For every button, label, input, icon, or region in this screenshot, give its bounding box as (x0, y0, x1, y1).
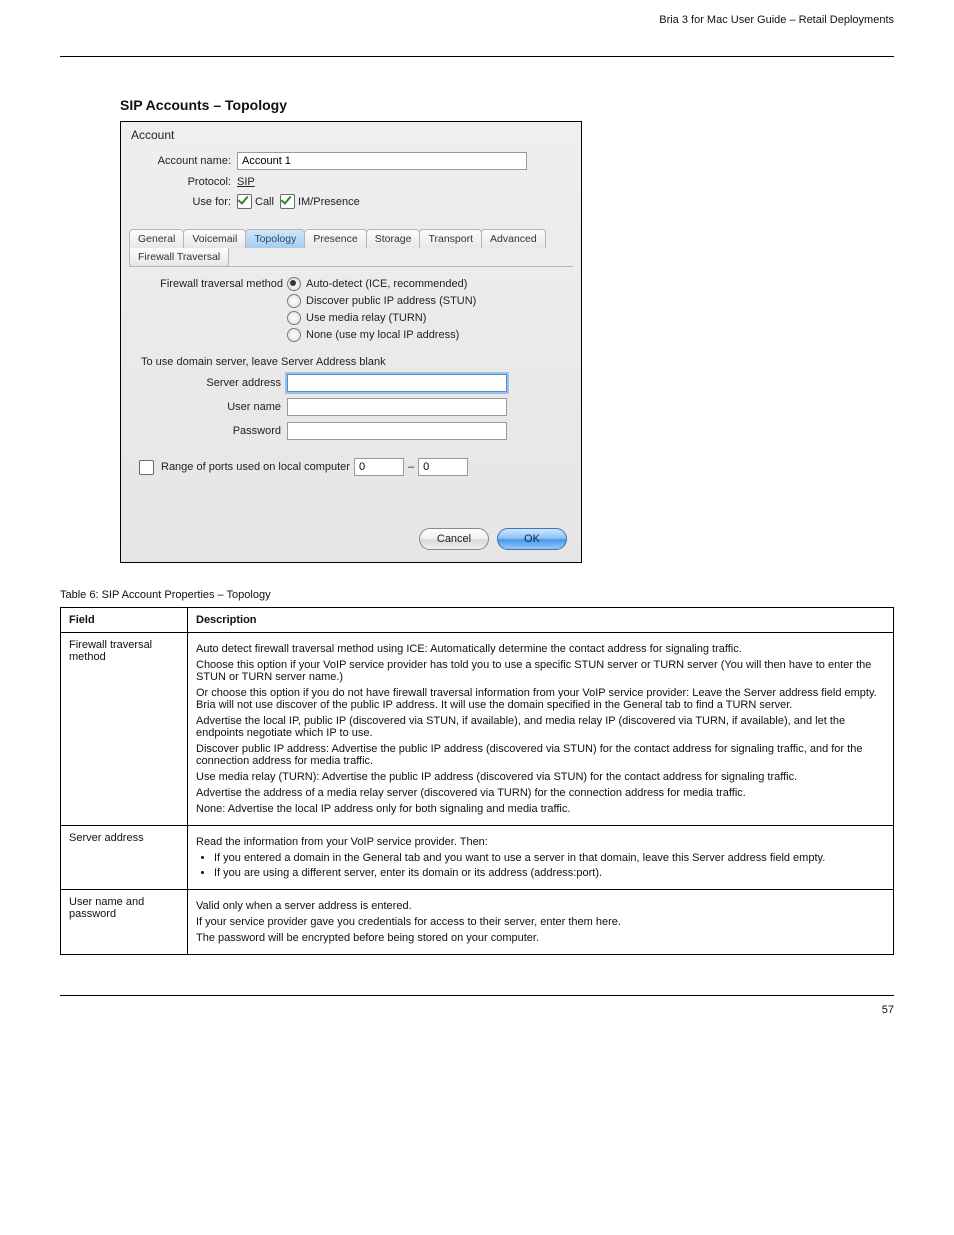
ok-button[interactable]: OK (497, 528, 567, 550)
protocol-label: Protocol: (135, 176, 237, 188)
radio-none-label: None (use my local IP address) (306, 329, 459, 341)
dialog-footer: Cancel OK (121, 520, 581, 562)
radio-turn[interactable] (287, 311, 301, 325)
desc-para: Read the information from your VoIP serv… (196, 836, 885, 848)
table-cell-field: Firewall traversal method (61, 633, 188, 826)
user-name-input[interactable] (287, 398, 507, 416)
dialog-subtabs: Firewall Traversal (129, 248, 573, 267)
desc-bullet: If you entered a domain in the General t… (214, 852, 885, 864)
table-cell-field: Server address (61, 826, 188, 890)
server-hint: To use domain server, leave Server Addre… (141, 356, 561, 368)
desc-para: Use media relay (TURN): Advertise the pu… (196, 771, 885, 783)
port-to-input[interactable] (418, 458, 468, 476)
port-from-input[interactable] (354, 458, 404, 476)
radio-auto-detect-label: Auto-detect (ICE, recommended) (306, 278, 467, 290)
desc-para: Advertise the address of a media relay s… (196, 787, 885, 799)
radio-stun-label: Discover public IP address (STUN) (306, 295, 476, 307)
table-cell-field: User name and password (61, 890, 188, 955)
account-name-input[interactable] (237, 152, 527, 170)
desc-para: If your service provider gave you creden… (196, 916, 885, 928)
desc-para: The password will be encrypted before be… (196, 932, 885, 944)
tab-body: Firewall traversal method Auto-detect (I… (129, 266, 573, 520)
server-address-input[interactable] (287, 374, 507, 392)
desc-para: None: Advertise the local IP address onl… (196, 803, 885, 815)
dialog-tabs: General Voicemail Topology Presence Stor… (129, 229, 573, 248)
table-header-field: Field (61, 608, 188, 633)
desc-para: Valid only when a server address is ente… (196, 900, 885, 912)
page-header: Bria 3 for Mac User Guide – Retail Deplo… (60, 14, 894, 26)
tab-presence[interactable]: Presence (304, 229, 366, 248)
table-cell-desc: Valid only when a server address is ente… (188, 890, 894, 955)
desc-bullet: If you are using a different server, ent… (214, 867, 885, 879)
tab-storage[interactable]: Storage (366, 229, 421, 248)
use-for-call-checkbox[interactable] (237, 194, 252, 209)
table-cell-desc: Read the information from your VoIP serv… (188, 826, 894, 890)
radio-turn-label: Use media relay (TURN) (306, 312, 426, 324)
desc-para: Auto detect firewall traversal method us… (196, 643, 885, 655)
page-top-rule (60, 56, 894, 57)
table-header-description: Description (188, 608, 894, 633)
radio-auto-detect[interactable] (287, 277, 301, 291)
use-for-call-label: Call (255, 196, 274, 208)
use-for-label: Use for: (135, 196, 237, 208)
use-for-im-label: IM/Presence (298, 196, 360, 208)
table-row: Firewall traversal method Auto detect fi… (61, 633, 894, 826)
subtab-firewall-traversal[interactable]: Firewall Traversal (129, 248, 229, 267)
cancel-button[interactable]: Cancel (419, 528, 489, 550)
page-bottom-rule (60, 995, 894, 996)
page-number: 57 (882, 1004, 894, 1016)
dialog-header: Account name: Protocol: SIP Use for: Cal… (121, 148, 581, 225)
tab-transport[interactable]: Transport (419, 229, 482, 248)
table-row: Server address Read the information from… (61, 826, 894, 890)
table-caption: Table 6: SIP Account Properties – Topolo… (60, 589, 894, 601)
desc-para: Discover public IP address: Advertise th… (196, 743, 885, 767)
tab-advanced[interactable]: Advanced (481, 229, 546, 248)
section-title: SIP Accounts – Topology (120, 97, 894, 113)
tab-topology[interactable]: Topology (245, 229, 305, 248)
tab-general[interactable]: General (129, 229, 184, 248)
table-cell-desc: Auto detect firewall traversal method us… (188, 633, 894, 826)
page-footer: 57 (60, 1004, 894, 1016)
firewall-method-label: Firewall traversal method (141, 278, 287, 290)
password-label: Password (141, 425, 287, 437)
ports-label: Range of ports used on local computer (161, 461, 350, 473)
table-row: User name and password Valid only when a… (61, 890, 894, 955)
port-dash: – (408, 461, 414, 473)
tab-voicemail[interactable]: Voicemail (183, 229, 246, 248)
desc-para: Or choose this option if you do not have… (196, 687, 885, 711)
properties-table: Field Description Firewall traversal met… (60, 607, 894, 955)
radio-stun[interactable] (287, 294, 301, 308)
ports-checkbox[interactable] (139, 460, 154, 475)
server-address-label: Server address (141, 377, 287, 389)
desc-para: Advertise the local IP, public IP (disco… (196, 715, 885, 739)
user-name-label: User name (141, 401, 287, 413)
password-input[interactable] (287, 422, 507, 440)
dialog-title: Account (121, 122, 581, 148)
use-for-im-checkbox[interactable] (280, 194, 295, 209)
protocol-value: SIP (237, 176, 255, 188)
account-dialog: Account Account name: Protocol: SIP Use … (120, 121, 582, 563)
radio-none[interactable] (287, 328, 301, 342)
desc-para: Choose this option if your VoIP service … (196, 659, 885, 683)
account-name-label: Account name: (135, 155, 237, 167)
